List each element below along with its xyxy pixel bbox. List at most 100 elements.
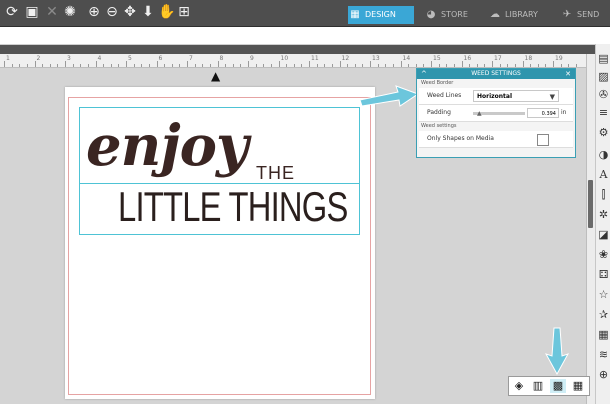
tab-library[interactable]: ☁ LIBRARY [488,6,554,24]
ruler-tick [278,61,280,67]
text-lines-icon[interactable]: ≡ [597,106,610,119]
weed-settings-panel: ^ WEED SETTINGS ✕ Weed Border Weed Lines… [416,68,576,158]
only-shapes-row: Only Shapes on Media [419,131,573,148]
align-icon[interactable]: ⫿ [597,188,610,201]
ruler-tick [179,64,181,67]
fill-icon[interactable]: ◈ [511,379,527,393]
grid-icon[interactable]: ▦ [570,379,586,393]
nest-icon[interactable]: ◪ [597,228,610,241]
ruler-tick [148,64,150,67]
weed-lines-row: Weed Lines Horizontal ▼ [419,88,573,105]
select-icon[interactable]: ▣ [24,4,40,20]
close-icon[interactable]: ✕ [565,69,571,79]
hand-icon[interactable]: ✋ [158,4,175,20]
design-text-the[interactable]: THE [256,163,295,184]
replicate-icon[interactable]: ✲ [597,208,610,221]
ungroup-icon[interactable]: ✺ [62,4,78,20]
ruler-tick [347,64,349,67]
padding-unit: in [561,109,567,116]
design-text-little-things[interactable]: LITTLE THINGS [118,183,348,231]
padding-input[interactable]: 0.394 [527,108,559,118]
move-down-icon[interactable]: ⬇ [140,4,156,20]
tab-design[interactable]: ▦ DESIGN [348,6,414,24]
ruler-tick [392,64,394,67]
ruler-tick [385,64,387,67]
ruler-tick [209,64,211,67]
ruler-label: 3 [67,55,71,62]
slider-thumb-icon[interactable]: ▲ [477,110,482,117]
vertical-scrollbar[interactable] [588,180,593,228]
fit-page-icon[interactable]: ⊞ [176,4,192,20]
ruler-tick [446,64,448,67]
ruler-tick [362,64,364,67]
vertical-ruler [586,54,595,404]
ruler-tick [331,64,333,67]
only-shapes-checkbox[interactable] [537,134,549,146]
ruler-tick [461,61,463,67]
collapse-icon[interactable]: ^ [421,69,427,79]
half-circle-icon[interactable]: ◑ [597,148,610,161]
only-shapes-label: Only Shapes on Media [427,135,494,142]
ruler-tick [225,64,227,67]
ruler-label: 11 [311,55,319,62]
ruler-tick [133,64,135,67]
ruler-tick [438,64,440,67]
page-up-arrow-icon[interactable]: ▲ [211,69,225,83]
ruler-label: 5 [128,55,132,62]
ruler-tick [248,61,249,67]
section-weed-border: Weed Border [421,80,454,86]
image-effects-icon[interactable]: ❀ [597,248,610,261]
ruler-label: 17 [494,55,502,62]
ruler-label: 16 [463,55,472,62]
tab-send[interactable]: ✈ SEND [560,6,608,24]
ruler-tick [103,64,105,67]
gear-icon[interactable]: ⚙ [597,126,610,139]
weed-icon[interactable]: ▩ [550,379,566,393]
ruler-tick [270,64,272,67]
top-toolbar: ⟳ ▣ ✕ ✺ ⊕ ⊖ ✥ ⬇ ✋ ⊞ ▦ DESIGN ◕ STORE ☁ LIBR… [0,0,610,27]
weed-lines-value: Horizontal [477,93,513,100]
design-grid-icon: ▦ [350,9,360,20]
ruler-label: 7 [189,55,193,62]
text-style-icon[interactable]: A [597,168,610,181]
cut-settings-icon[interactable]: ✇ [597,88,610,101]
ruler-tick [202,64,204,67]
layers-icon[interactable]: ▦ [597,328,610,341]
ruler-tick [415,64,417,67]
page-setup-icon[interactable]: ▤ [597,52,610,65]
design-text-enjoy[interactable]: enjoy [86,106,356,186]
ruler-tick [560,64,562,67]
ruler-tick [42,64,44,67]
ruler-label: 14 [402,55,411,62]
ruler-label: 9 [250,55,254,62]
ruler-tick [484,64,486,67]
ruler-tick [370,61,371,67]
ruler-tick [156,61,158,67]
ruler-tick [19,64,21,67]
ruler-tick [194,64,196,67]
pan-icon[interactable]: ✥ [122,4,138,20]
ruler-tick [171,64,173,67]
star-outline-2-icon[interactable]: ✰ [597,308,610,321]
book-icon[interactable]: ▥ [530,379,546,393]
ruler-tick [263,64,265,67]
close-x-icon[interactable]: ✕ [44,4,60,20]
weed-lines-select[interactable]: Horizontal ▼ [473,90,559,102]
ruler-label: 8 [219,55,224,62]
ruler-tick [4,61,5,67]
trace-icon[interactable]: ⚃ [597,268,610,281]
ruler-label: 12 [341,55,350,62]
ruler-tick [49,64,51,67]
pixscan-icon[interactable]: ▨ [597,70,610,83]
globe-icon[interactable]: ⊕ [597,368,610,381]
tab-store[interactable]: ◕ STORE [424,6,490,24]
pattern-icon[interactable]: ≋ [597,348,610,361]
star-outline-icon[interactable]: ☆ [597,288,610,301]
refresh-icon[interactable]: ⟳ [4,4,20,20]
zoom-out-icon[interactable]: ⊖ [104,4,120,20]
ruler-tick [293,64,295,67]
ruler-tick [423,64,425,67]
padding-label: Padding [427,109,451,116]
zoom-in-icon[interactable]: ⊕ [86,4,102,20]
horizontal-ruler: 1 2 3 4 5 6 7 8 9 10 11 12 13 14 15 16 17 18 19 [0,54,586,68]
